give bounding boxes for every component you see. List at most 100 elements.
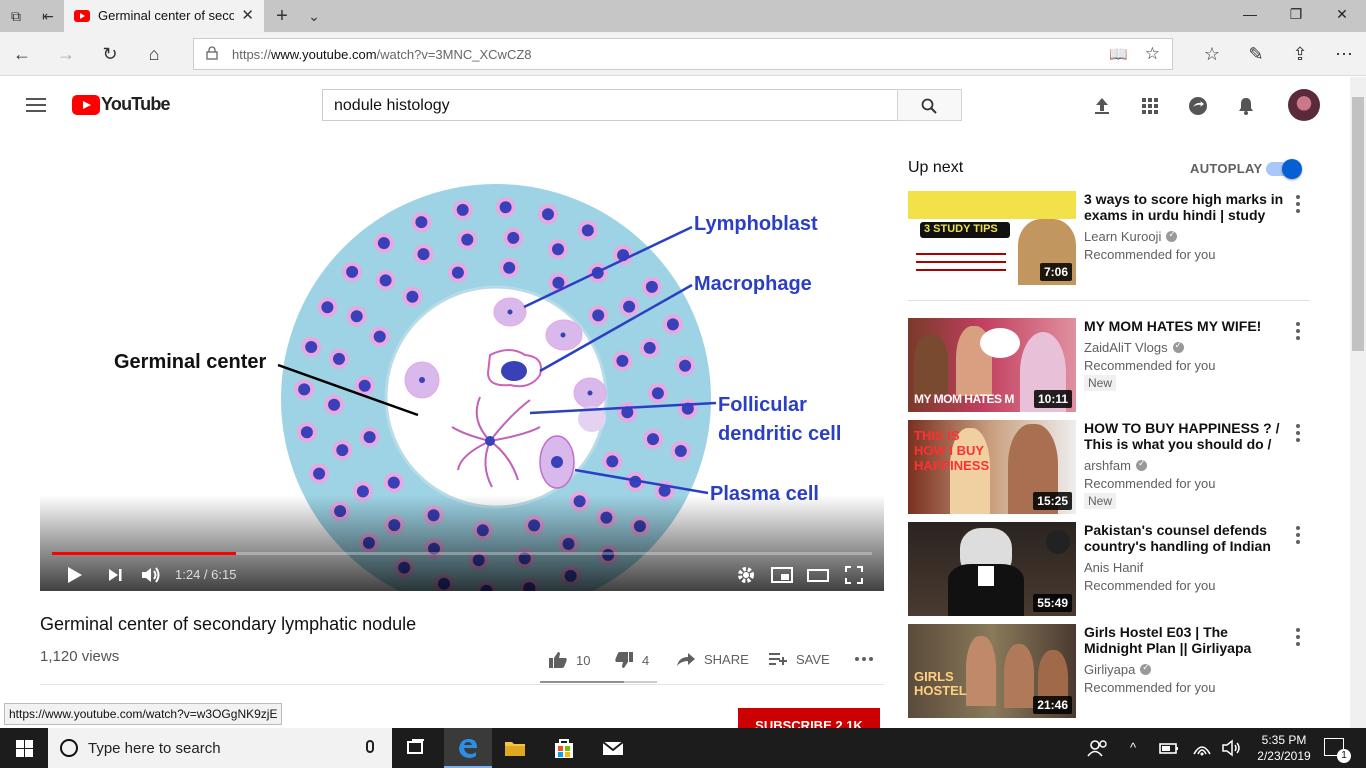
apps-grid-icon[interactable]: [1139, 95, 1161, 117]
progress-bar[interactable]: [52, 552, 872, 555]
dislike-button[interactable]: 4: [614, 651, 649, 669]
set-aside-tabs-icon[interactable]: ⇤: [38, 6, 58, 26]
thumbs-down-icon: [615, 652, 633, 668]
channel-name[interactable]: ZaidAliT Vlogs: [1084, 340, 1184, 355]
recommended-video[interactable]: MY MOM HATES M 10:11 MY MOM HATES MY WIF…: [908, 318, 1318, 412]
more-vert-icon[interactable]: [1292, 322, 1304, 342]
wifi-icon[interactable]: [1190, 736, 1214, 760]
video-title[interactable]: MY MOM HATES MY WIFE!: [1084, 318, 1284, 334]
view-count: 1,120 views: [40, 648, 120, 665]
more-actions-button[interactable]: [854, 651, 874, 667]
recommended-video[interactable]: THIS IS HOW I BUY HAPPINESS 15:25 HOW TO…: [908, 420, 1318, 514]
battery-icon[interactable]: [1157, 736, 1181, 760]
more-vert-icon[interactable]: [1292, 195, 1304, 215]
lymphocyte-nucleus: [333, 352, 345, 365]
channel-name[interactable]: arshfam: [1084, 458, 1147, 473]
taskbar-edge-active[interactable]: [444, 728, 492, 768]
refresh-icon[interactable]: ↻: [98, 42, 122, 66]
channel-name[interactable]: Girliyapa: [1084, 662, 1152, 677]
more-vert-icon[interactable]: [1292, 628, 1304, 648]
youtube-logo-text[interactable]: YouTube: [101, 94, 171, 115]
lymphocyte-nucleus: [645, 280, 658, 293]
more-vert-icon[interactable]: [1292, 424, 1304, 444]
notifications-bell-icon[interactable]: [1235, 95, 1257, 117]
home-icon[interactable]: ⌂: [142, 42, 166, 66]
address-bar[interactable]: https://www.youtube.com/watch?v=3MNC_XCw…: [193, 38, 1173, 70]
browser-tab-active[interactable]: Germinal center of seco ✕: [64, 0, 264, 32]
subscribe-button[interactable]: SUBSCRIBE 2.1K: [738, 708, 880, 728]
next-video-icon[interactable]: [106, 563, 124, 587]
video-thumbnail[interactable]: MY MOM HATES M 10:11: [908, 318, 1076, 412]
tab-list-chevron-icon[interactable]: ⌄: [304, 6, 324, 26]
upload-icon[interactable]: [1091, 95, 1113, 117]
youtube-logo-icon[interactable]: [72, 95, 100, 115]
video-thumbnail[interactable]: GIRLS HOSTEL 21:46: [908, 624, 1076, 718]
guide-menu-icon[interactable]: [26, 98, 46, 112]
settings-gear-icon[interactable]: [736, 563, 756, 587]
controls-gradient: [40, 495, 884, 591]
account-avatar[interactable]: [1288, 89, 1320, 121]
share-button[interactable]: SHARE: [676, 651, 749, 667]
theater-mode-icon[interactable]: [807, 563, 829, 587]
channel-name[interactable]: Anis Hanif: [1084, 560, 1143, 575]
favorite-star-icon[interactable]: ☆: [1145, 44, 1160, 64]
search-input[interactable]: nodule histology: [322, 89, 898, 121]
video-thumbnail[interactable]: 55:49: [908, 522, 1076, 616]
lymphocyte-nucleus: [606, 455, 619, 468]
task-view-icon[interactable]: [404, 736, 428, 760]
mail-icon[interactable]: [601, 736, 625, 760]
label-lymphoblast: Lymphoblast: [694, 213, 818, 235]
video-title[interactable]: Girls Hostel E03 | The Midnight Plan || …: [1084, 624, 1284, 656]
watch-later-icon[interactable]: [1046, 530, 1070, 554]
new-tab-icon[interactable]: +: [272, 6, 292, 26]
close-tab-icon[interactable]: ✕: [241, 6, 254, 24]
recommended-video[interactable]: 55:49 Pakistan's counsel defends country…: [908, 522, 1318, 616]
microphone-icon[interactable]: [366, 740, 374, 753]
window-close-icon[interactable]: ✕: [1332, 6, 1352, 26]
forward-icon[interactable]: →: [54, 42, 78, 66]
lymphocyte-nucleus: [623, 300, 636, 313]
recommended-video[interactable]: 3 STUDY TIPS 7:06 3 ways to score high m…: [908, 191, 1318, 285]
taskbar-clock[interactable]: 5:35 PM 2/23/2019: [1254, 732, 1314, 764]
reading-view-icon[interactable]: 📖: [1109, 45, 1128, 63]
page-scrollbar[interactable]: [1350, 77, 1366, 728]
play-icon[interactable]: [66, 563, 84, 587]
restore-icon[interactable]: ❐: [1286, 6, 1306, 26]
miniplayer-icon[interactable]: [771, 563, 793, 587]
web-note-icon[interactable]: ✎: [1244, 42, 1268, 66]
recommended-video[interactable]: GIRLS HOSTEL 21:46 Girls Hostel E03 | Th…: [908, 624, 1318, 718]
volume-tray-icon[interactable]: [1220, 736, 1244, 760]
minimize-icon[interactable]: —: [1240, 6, 1260, 26]
more-vert-icon[interactable]: [1292, 526, 1304, 546]
favorites-hub-icon[interactable]: ☆: [1200, 42, 1224, 66]
windows-start-icon[interactable]: [16, 740, 33, 757]
video-thumbnail[interactable]: 3 STUDY TIPS 7:06: [908, 191, 1076, 285]
share-icon[interactable]: ⇪: [1288, 42, 1312, 66]
volume-icon[interactable]: [140, 563, 162, 587]
taskbar-search-box[interactable]: Type here to search: [48, 728, 392, 768]
search-button[interactable]: [897, 89, 962, 121]
video-thumbnail[interactable]: THIS IS HOW I BUY HAPPINESS 15:25: [908, 420, 1076, 514]
video-player[interactable]: Germinal center Lymphoblast Macrophage F…: [40, 135, 884, 591]
file-explorer-icon[interactable]: [503, 736, 527, 760]
save-button[interactable]: SAVE: [768, 651, 830, 667]
tab-actions-icon[interactable]: ⧉: [6, 6, 26, 26]
label-follicular: Follicular: [718, 394, 807, 416]
autoplay-toggle[interactable]: [1266, 159, 1302, 179]
scrollbar-thumb[interactable]: [1352, 97, 1364, 351]
fullscreen-icon[interactable]: [844, 563, 864, 587]
channel-name[interactable]: Learn Kurooji: [1084, 229, 1178, 244]
people-icon[interactable]: [1086, 736, 1110, 760]
more-menu-icon[interactable]: ⋯: [1332, 42, 1356, 66]
messages-icon[interactable]: [1187, 95, 1209, 117]
show-hidden-icons-icon[interactable]: ^: [1130, 740, 1136, 755]
lymphocyte-nucleus: [298, 383, 311, 396]
store-icon[interactable]: [552, 736, 576, 760]
lymphocyte-nucleus: [321, 301, 334, 314]
video-title[interactable]: HOW TO BUY HAPPINESS ? / This is what yo…: [1084, 420, 1284, 452]
video-title[interactable]: Pakistan's counsel defends country's han…: [1084, 522, 1284, 554]
back-icon[interactable]: ←: [10, 42, 34, 66]
action-center-icon[interactable]: 1: [1324, 738, 1351, 763]
like-button[interactable]: 10: [548, 651, 590, 669]
video-title[interactable]: 3 ways to score high marks in exams in u…: [1084, 191, 1284, 223]
